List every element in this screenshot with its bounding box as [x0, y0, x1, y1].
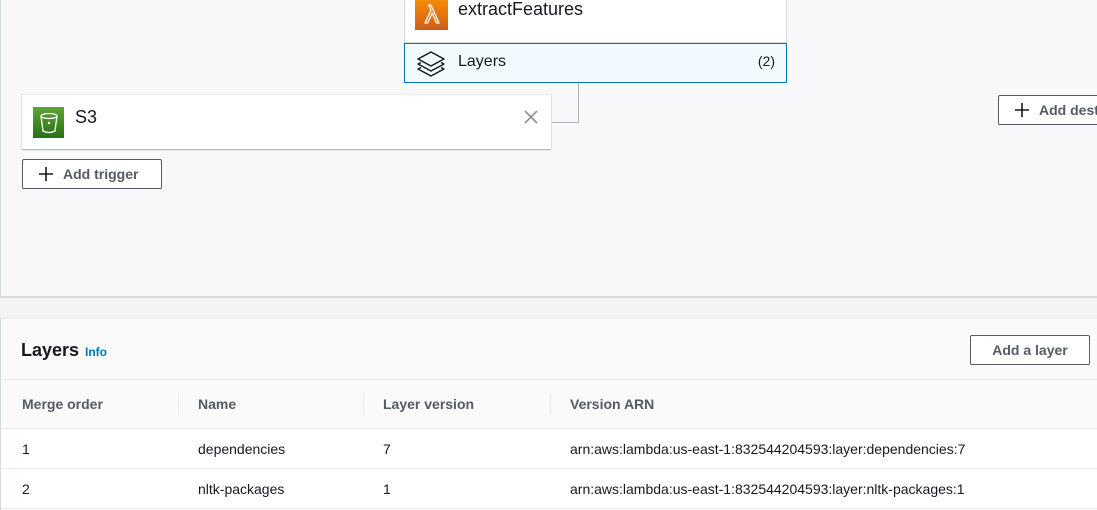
- layers-table-header: Merge order Name Layer version Version A…: [1, 380, 1097, 429]
- plus-icon: [39, 167, 53, 181]
- layers-icon: [416, 50, 446, 78]
- add-layer-label: Add a layer: [992, 342, 1068, 358]
- layers-panel-title: Layers: [21, 340, 80, 360]
- column-header-layer-version[interactable]: Layer version: [383, 380, 474, 428]
- add-trigger-label: Add trigger: [63, 166, 139, 182]
- layer-name-cell: dependencies: [198, 441, 286, 457]
- column-divider: [178, 393, 179, 415]
- column-divider: [363, 393, 364, 415]
- add-destination-label: Add dest: [1039, 102, 1097, 118]
- layer-version-cell: 7: [383, 441, 391, 457]
- trigger-name: S3: [75, 107, 98, 127]
- table-row[interactable]: 2 nltk-packages 1 arn:aws:lambda:us-east…: [1, 469, 1097, 509]
- column-header-name[interactable]: Name: [198, 380, 236, 428]
- add-destination-button[interactable]: Add dest: [998, 95, 1097, 125]
- layers-panel: Layers Info Add a layer Merge order Name…: [0, 318, 1097, 510]
- connector-line: [578, 83, 579, 123]
- layers-node-label: Layers: [458, 53, 507, 70]
- function-node[interactable]: extractFeatures: [404, 0, 787, 43]
- layer-version-cell: 1: [383, 481, 391, 497]
- merge-order-cell: 1: [22, 441, 30, 457]
- add-layer-button[interactable]: Add a layer: [970, 335, 1090, 365]
- remove-trigger-button[interactable]: [519, 105, 543, 129]
- connector-line: [551, 122, 579, 123]
- table-row[interactable]: 1 dependencies 7 arn:aws:lambda:us-east-…: [1, 429, 1097, 469]
- version-arn-cell: arn:aws:lambda:us-east-1:832544204593:la…: [570, 481, 965, 497]
- function-name: extractFeatures: [458, 0, 584, 19]
- s3-bucket-icon: [33, 107, 64, 138]
- column-divider: [550, 393, 551, 415]
- plus-icon: [1015, 103, 1029, 117]
- layers-count: (2): [757, 53, 775, 69]
- layers-panel-header: Layers Info Add a layer: [1, 318, 1097, 380]
- lambda-icon: [415, 0, 448, 30]
- add-trigger-button[interactable]: Add trigger: [22, 159, 162, 189]
- merge-order-cell: 2: [22, 481, 30, 497]
- trigger-node-s3[interactable]: S3: [22, 95, 551, 149]
- function-designer: extractFeatures Layers (2) S3 Add trigge…: [0, 0, 1097, 298]
- close-icon: [524, 110, 538, 124]
- column-header-merge-order[interactable]: Merge order: [22, 380, 103, 428]
- version-arn-cell: arn:aws:lambda:us-east-1:832544204593:la…: [570, 441, 966, 457]
- layer-name-cell: nltk-packages: [198, 481, 285, 497]
- info-link[interactable]: Info: [85, 345, 107, 359]
- column-header-version-arn[interactable]: Version ARN: [570, 380, 654, 428]
- layers-node[interactable]: Layers (2): [404, 43, 787, 83]
